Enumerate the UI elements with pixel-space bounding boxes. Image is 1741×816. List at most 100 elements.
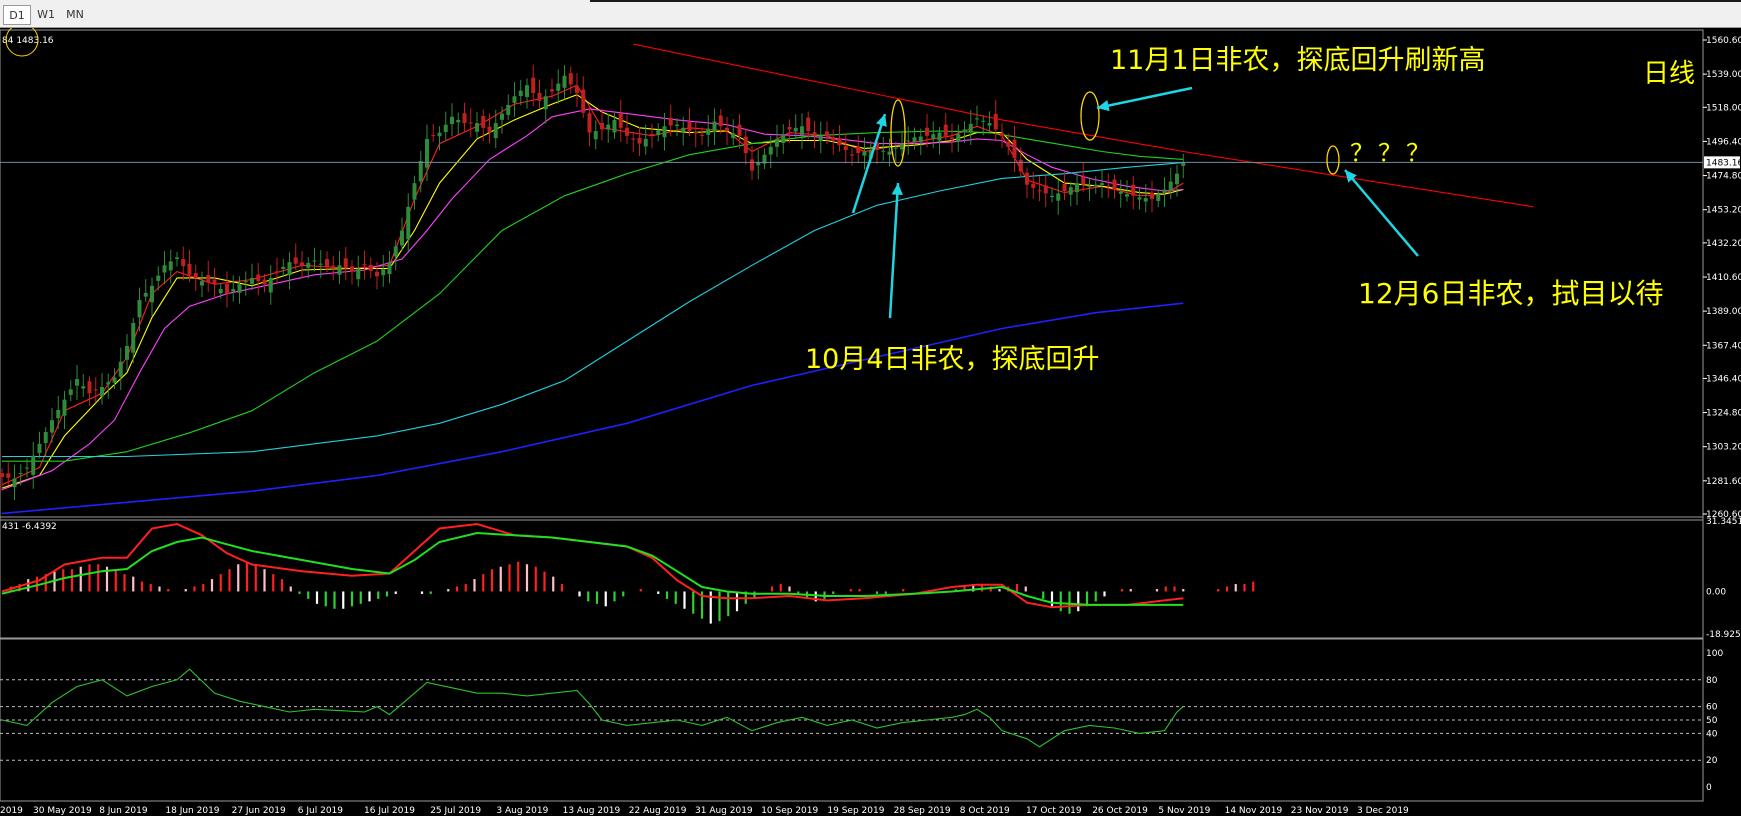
candle-body <box>1037 190 1042 192</box>
date-axis-tick-label: 16 Jul 2019 <box>364 806 415 816</box>
candle-body <box>418 161 423 182</box>
candle-body <box>650 134 654 136</box>
candle-body <box>1000 132 1004 136</box>
date-axis-tick-label: 23 Nov 2019 <box>1291 806 1349 816</box>
candle-body <box>712 121 717 133</box>
rsi-axis-tick-label: 50 <box>1706 716 1718 726</box>
candle-body <box>1018 159 1023 172</box>
candle-body <box>131 322 136 353</box>
candle-body <box>0 473 4 478</box>
candle-body <box>843 146 848 150</box>
price-axis-tick-label: 1410.60 <box>1706 273 1741 283</box>
candle-body <box>950 137 954 139</box>
candle-body <box>250 277 254 284</box>
candle-body <box>531 77 536 94</box>
candle-body <box>681 127 686 132</box>
candle-body <box>975 118 979 120</box>
candle-body <box>331 265 336 267</box>
candle-body <box>118 361 123 377</box>
timeframe-w1-button[interactable]: W1 <box>33 5 59 25</box>
candle-body <box>537 92 542 101</box>
candle-body <box>668 117 673 126</box>
candle-body <box>1093 184 1098 187</box>
candle-body <box>1012 139 1017 158</box>
candle-body <box>1162 189 1167 193</box>
candle-body <box>325 259 329 267</box>
candle-body <box>431 135 436 137</box>
current-price-label: 1483.16 <box>1706 158 1741 168</box>
candle-body <box>31 455 36 475</box>
candle-body <box>93 389 98 391</box>
candle-body <box>656 130 661 136</box>
candle-body <box>231 289 236 292</box>
candle-body <box>593 131 598 140</box>
date-axis-tick-label: 22 Aug 2019 <box>629 806 687 816</box>
candle-body <box>750 159 754 171</box>
candle-body <box>62 399 67 416</box>
candle-body <box>1106 185 1111 187</box>
candle-body <box>862 151 867 156</box>
candle-body <box>637 137 642 144</box>
candle-body <box>187 263 192 275</box>
macd-readout: 431 -6.4392 <box>2 522 57 532</box>
candle-body <box>931 134 936 139</box>
candle-body <box>1181 162 1186 166</box>
rsi-line <box>1 668 1184 748</box>
candle-body <box>25 467 29 469</box>
price-axis-tick-label: 1453.20 <box>1706 206 1741 216</box>
candle-body <box>168 261 173 271</box>
candle-body <box>1156 194 1161 201</box>
date-axis-tick-label: 19 Sep 2019 <box>827 806 884 816</box>
timeframe-mn-button[interactable]: MN <box>61 5 89 25</box>
candle-body <box>1043 185 1048 194</box>
candle-body <box>1118 191 1123 194</box>
candle-body <box>543 96 548 110</box>
candle-body <box>956 134 961 142</box>
candle-body <box>787 127 792 130</box>
candle-body <box>212 279 217 285</box>
candle-body <box>225 284 229 294</box>
price-axis-tick-label: 1346.40 <box>1706 374 1741 384</box>
timeframe-d1-button[interactable]: D1 <box>3 5 31 25</box>
date-axis-tick-label: 8 Oct 2019 <box>960 806 1010 816</box>
candle-body <box>6 473 11 478</box>
candle-body <box>87 381 92 394</box>
candle-body <box>206 274 211 283</box>
candle-body <box>925 127 929 136</box>
candle-body <box>693 131 698 134</box>
candle-body <box>475 123 479 132</box>
candle-body <box>343 258 348 269</box>
price-chart[interactable]: 1560.60 1539.00 1518.00 1496.40 1474.80 1453.… <box>0 28 1741 816</box>
candle-body <box>1150 192 1154 199</box>
date-axis-tick-label: 31 Aug 2019 <box>695 806 753 816</box>
price-axis-tick-label: 1389.00 <box>1706 307 1741 317</box>
candle-body <box>437 132 442 137</box>
timeframe-toolbar: D1 W1 MN <box>0 0 1741 28</box>
candle-body <box>75 379 79 386</box>
price-axis-tick-label: 1518.00 <box>1706 103 1741 113</box>
candle-body <box>362 264 367 266</box>
candle-body <box>487 126 492 133</box>
annotation-nfp-oct: 10月4日非农，探底回升 <box>805 344 1100 375</box>
date-axis-tick-label: 27 Jun 2019 <box>232 806 286 816</box>
candle-body <box>662 126 667 138</box>
candle-body <box>1056 193 1061 201</box>
candle-body <box>262 279 267 285</box>
candle-body <box>256 274 261 282</box>
candle-body <box>150 285 154 303</box>
candle-body <box>350 266 354 272</box>
candle-body <box>887 151 892 155</box>
arrow-oct-2-head <box>891 183 903 196</box>
candle-body <box>993 113 998 130</box>
candle-body <box>356 268 361 280</box>
candle-body <box>525 85 529 97</box>
candle-body <box>562 75 567 88</box>
highlight-ellipse-nov <box>1080 91 1100 141</box>
candle-body <box>268 277 273 293</box>
candle-body <box>1050 195 1054 197</box>
candle-body <box>568 73 573 85</box>
candle-body <box>612 119 617 133</box>
annotation-timeframe: 日线 <box>1643 59 1696 89</box>
candle-body <box>450 116 454 124</box>
candle-body <box>512 96 517 103</box>
